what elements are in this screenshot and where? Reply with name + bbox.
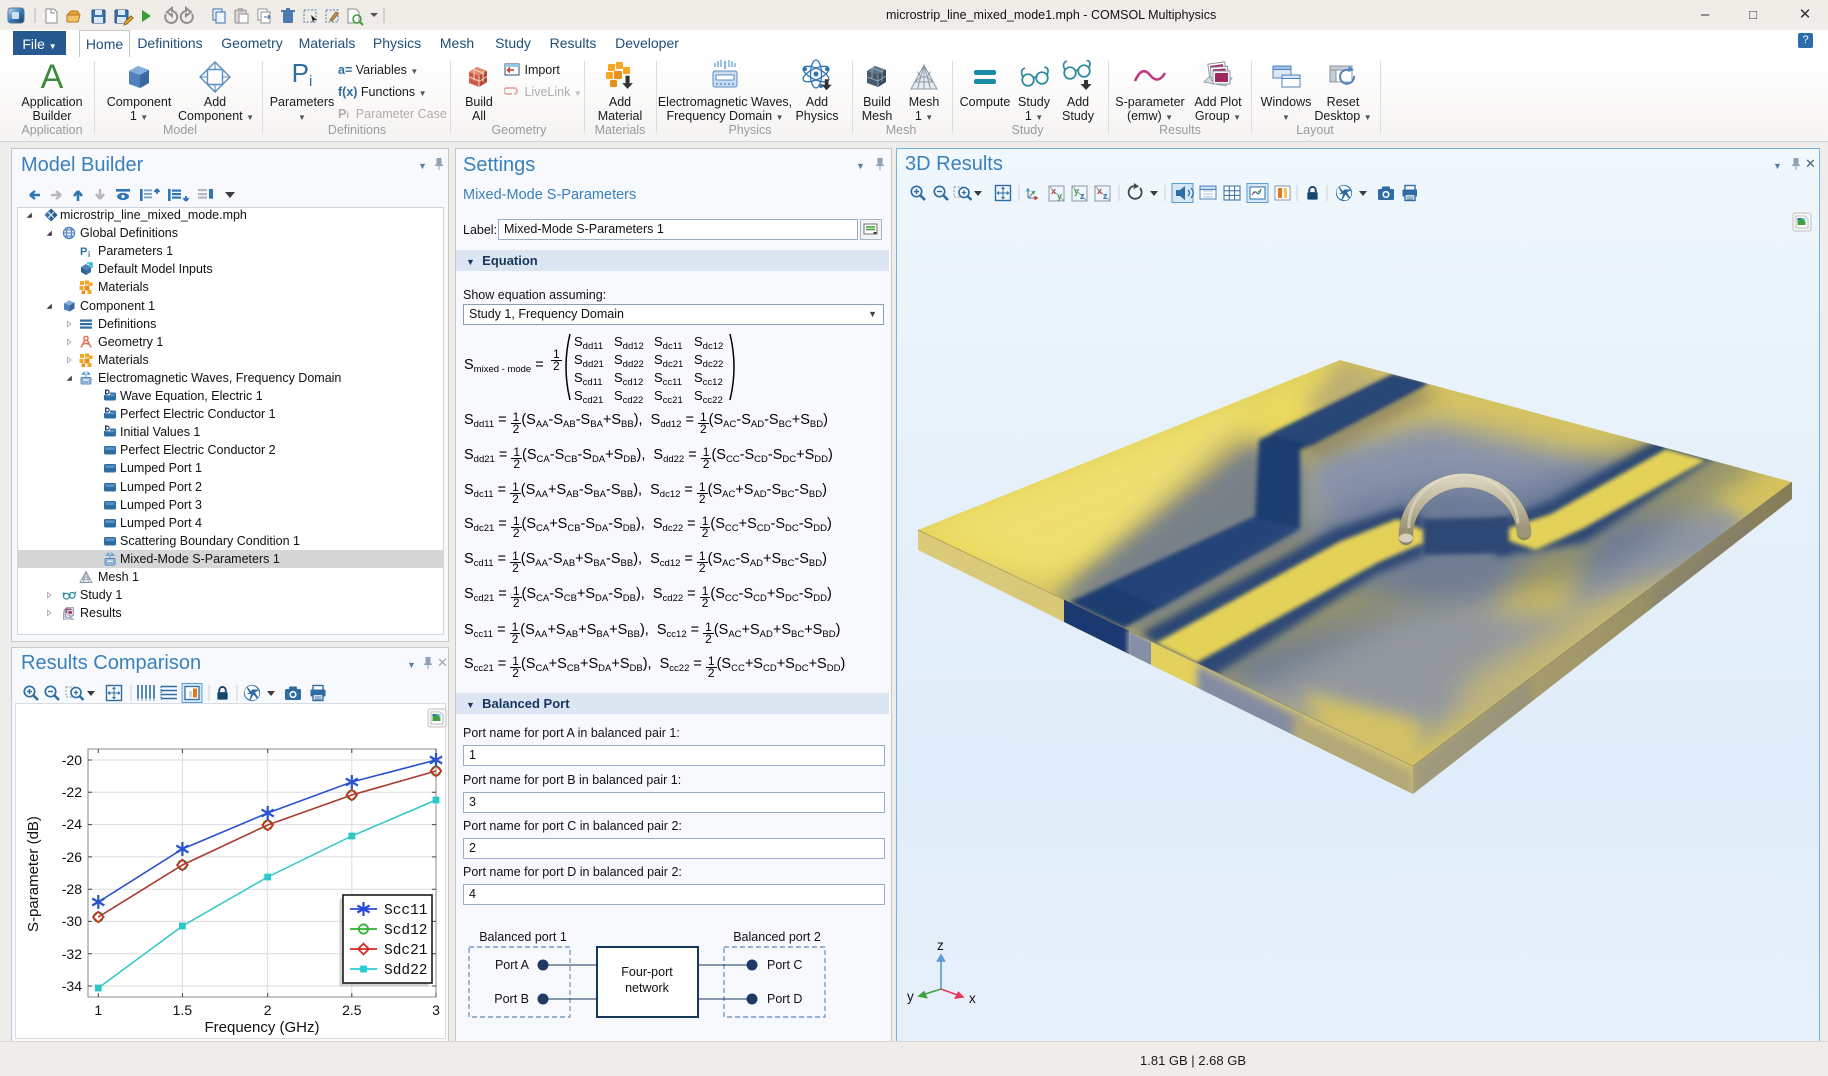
svg-text:Port C: Port C — [767, 958, 802, 972]
svg-text:y: y — [907, 989, 914, 1004]
svg-text:Port A: Port A — [495, 958, 530, 972]
svg-text:Balanced port 2: Balanced port 2 — [733, 930, 821, 944]
svg-text:Four-port: Four-port — [621, 965, 673, 979]
svg-text:-30: -30 — [62, 913, 82, 929]
svg-text:-22: -22 — [62, 784, 82, 800]
svg-text:z: z — [937, 939, 944, 953]
svg-text:Port B: Port B — [494, 992, 529, 1006]
svg-text:1: 1 — [94, 1002, 102, 1018]
svg-text:S-parameter (dB): S-parameter (dB) — [25, 816, 42, 932]
svg-text:Scc11: Scc11 — [384, 903, 428, 919]
svg-text:Sdd22: Sdd22 — [384, 963, 428, 979]
svg-text:Port D: Port D — [767, 992, 802, 1006]
svg-text:3: 3 — [432, 1002, 440, 1018]
svg-text:-32: -32 — [62, 946, 82, 962]
svg-text:-26: -26 — [62, 849, 82, 865]
svg-text:2: 2 — [264, 1002, 272, 1018]
svg-text:2.5: 2.5 — [342, 1002, 362, 1018]
svg-text:-20: -20 — [62, 752, 82, 768]
svg-text:Sdc21: Sdc21 — [384, 943, 428, 959]
svg-text:Scd12: Scd12 — [384, 923, 428, 939]
svg-text:x: x — [969, 991, 976, 1006]
svg-text:-34: -34 — [62, 978, 82, 994]
svg-text:-24: -24 — [62, 816, 82, 832]
svg-text:-28: -28 — [62, 881, 82, 897]
svg-text:1.5: 1.5 — [173, 1002, 193, 1018]
svg-text:Balanced port 1: Balanced port 1 — [479, 930, 567, 944]
svg-text:network: network — [625, 981, 670, 995]
svg-text:Frequency (GHz): Frequency (GHz) — [204, 1019, 319, 1036]
